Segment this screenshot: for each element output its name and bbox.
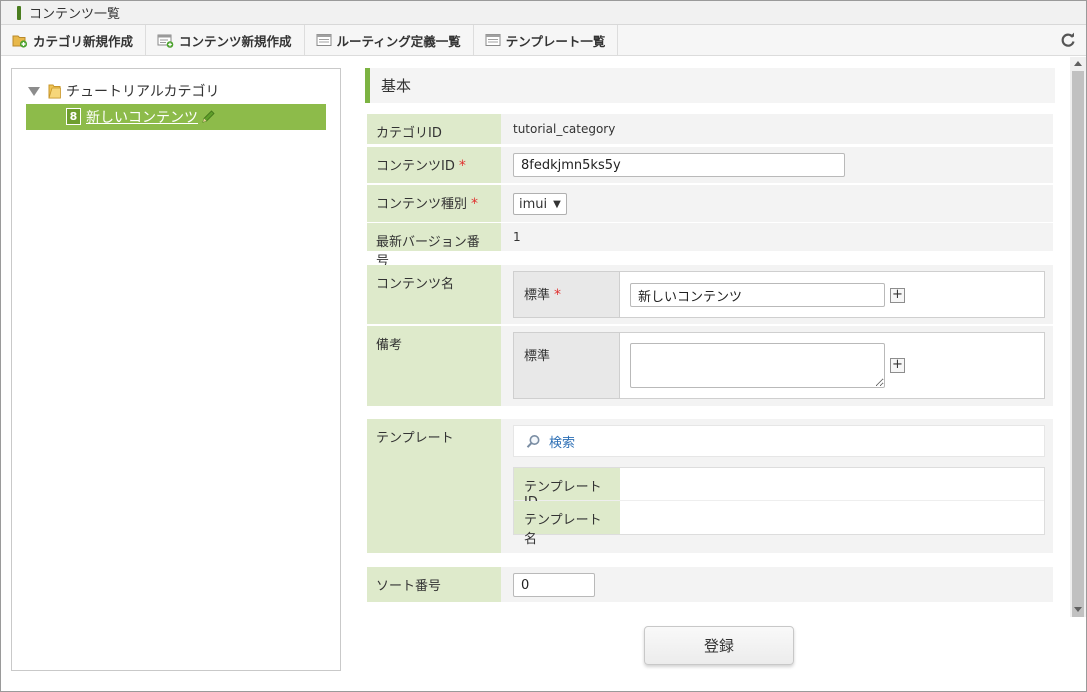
window-title: コンテンツ一覧 [29,7,121,22]
vertical-scrollbar[interactable] [1070,57,1086,617]
content-id-input[interactable] [513,153,845,177]
required-mark: * [554,287,562,303]
edit-pencil-icon[interactable] [201,110,217,124]
content-name-locale-table: 標準* + [513,271,1045,318]
title-marker-icon [17,5,21,20]
sort-number-input[interactable] [513,573,595,597]
template-id-value [620,468,640,500]
required-mark: * [471,196,479,212]
remarks-locale-table: 標準 + [513,332,1045,399]
template-search-link[interactable]: 検索 [513,425,1045,457]
template-search-label: 検索 [549,435,576,451]
sort-number-label: ソート番号 [367,567,501,602]
create-content-button[interactable]: コンテンツ新規作成 [146,25,305,55]
tree-item-label: 新しいコンテンツ [86,110,198,126]
content-name-label: コンテンツ名 [367,265,501,324]
dropdown-arrow-icon: ▼ [553,198,561,210]
template-name-row: テンプレート名 [514,501,1044,547]
template-name-label: テンプレート名 [514,501,620,547]
content-name-row: コンテンツ名 標準* + [367,265,1053,324]
create-content-label: コンテンツ新規作成 [179,33,292,49]
title-bar: コンテンツ一覧 [1,1,1086,25]
template-list-label: テンプレート一覧 [505,33,606,49]
template-list-button[interactable]: テンプレート一覧 [474,25,619,55]
register-button[interactable]: 登録 [644,626,794,665]
routing-list-button[interactable]: ルーティング定義一覧 [305,25,474,55]
scroll-down-icon[interactable] [1074,607,1082,612]
sort-number-row: ソート番号 [367,567,1053,602]
scroll-up-icon[interactable] [1074,61,1082,66]
template-row: テンプレート 検索 テンプレートID テンプレート名 [367,419,1053,553]
content-type-label: コンテンツ種別 * [367,185,501,222]
toolbar: カテゴリ新規作成 コンテンツ新規作成 ルーティング定義一覧 テンプレート一覧 [1,25,1086,56]
latest-version-row: 最新バージョン番号 1 [367,223,1053,269]
content-id-row: コンテンツID * [367,147,1053,183]
content-type-select[interactable]: imui ▼ [513,193,567,215]
content-type-row: コンテンツ種別 * imui ▼ [367,185,1053,222]
list-icon [485,33,501,47]
search-icon [526,434,541,449]
content-type-value: imui [519,196,548,212]
template-id-row: テンプレートID [514,468,1044,510]
remarks-row: 備考 標準 + [367,326,1053,406]
category-tree: チュートリアルカテゴリ 8 新しいコンテンツ [11,68,341,671]
content-badge: 8 [66,108,81,125]
section-title: 基本 [365,68,1055,103]
refresh-icon[interactable] [1060,32,1076,48]
routing-list-label: ルーティング定義一覧 [336,33,461,49]
template-name-value [620,501,640,534]
content-name-locale-label: 標準 * [514,272,620,317]
category-id-row: カテゴリID tutorial_category [367,114,1053,144]
content-add-icon [157,33,174,48]
add-locale-button[interactable]: + [890,358,905,373]
category-id-label: カテゴリID [367,114,501,144]
scroll-thumb[interactable] [1072,71,1084,617]
latest-version-value: 1 [513,230,521,244]
latest-version-label: 最新バージョン番号 [367,223,501,269]
window: コンテンツ一覧 カテゴリ新規作成 コンテンツ新規作成 ルーティング定義一覧 テン… [0,0,1087,692]
tree-expand-icon[interactable] [28,86,40,96]
template-info-table: テンプレートID テンプレート名 [513,467,1045,547]
content-id-label: コンテンツID * [367,147,501,183]
template-label: テンプレート [367,419,501,553]
tree-category-node[interactable]: チュートリアルカテゴリ [28,81,219,101]
folder-add-icon [12,33,28,48]
content-name-input[interactable] [630,283,885,307]
folder-icon [48,83,61,99]
list-icon [316,33,332,47]
tree-category-label: チュートリアルカテゴリ [66,84,220,100]
remarks-label: 備考 [367,326,501,406]
create-category-label: カテゴリ新規作成 [33,33,134,49]
category-id-value: tutorial_category [513,122,616,136]
tree-item-selected[interactable]: 8 新しいコンテンツ [26,104,326,130]
add-locale-button[interactable]: + [890,288,905,303]
create-category-button[interactable]: カテゴリ新規作成 [1,25,147,55]
remarks-locale-label: 標準 [514,333,620,398]
template-id-label: テンプレートID [514,468,620,510]
required-mark: * [458,158,466,174]
remarks-textarea[interactable] [630,343,885,388]
